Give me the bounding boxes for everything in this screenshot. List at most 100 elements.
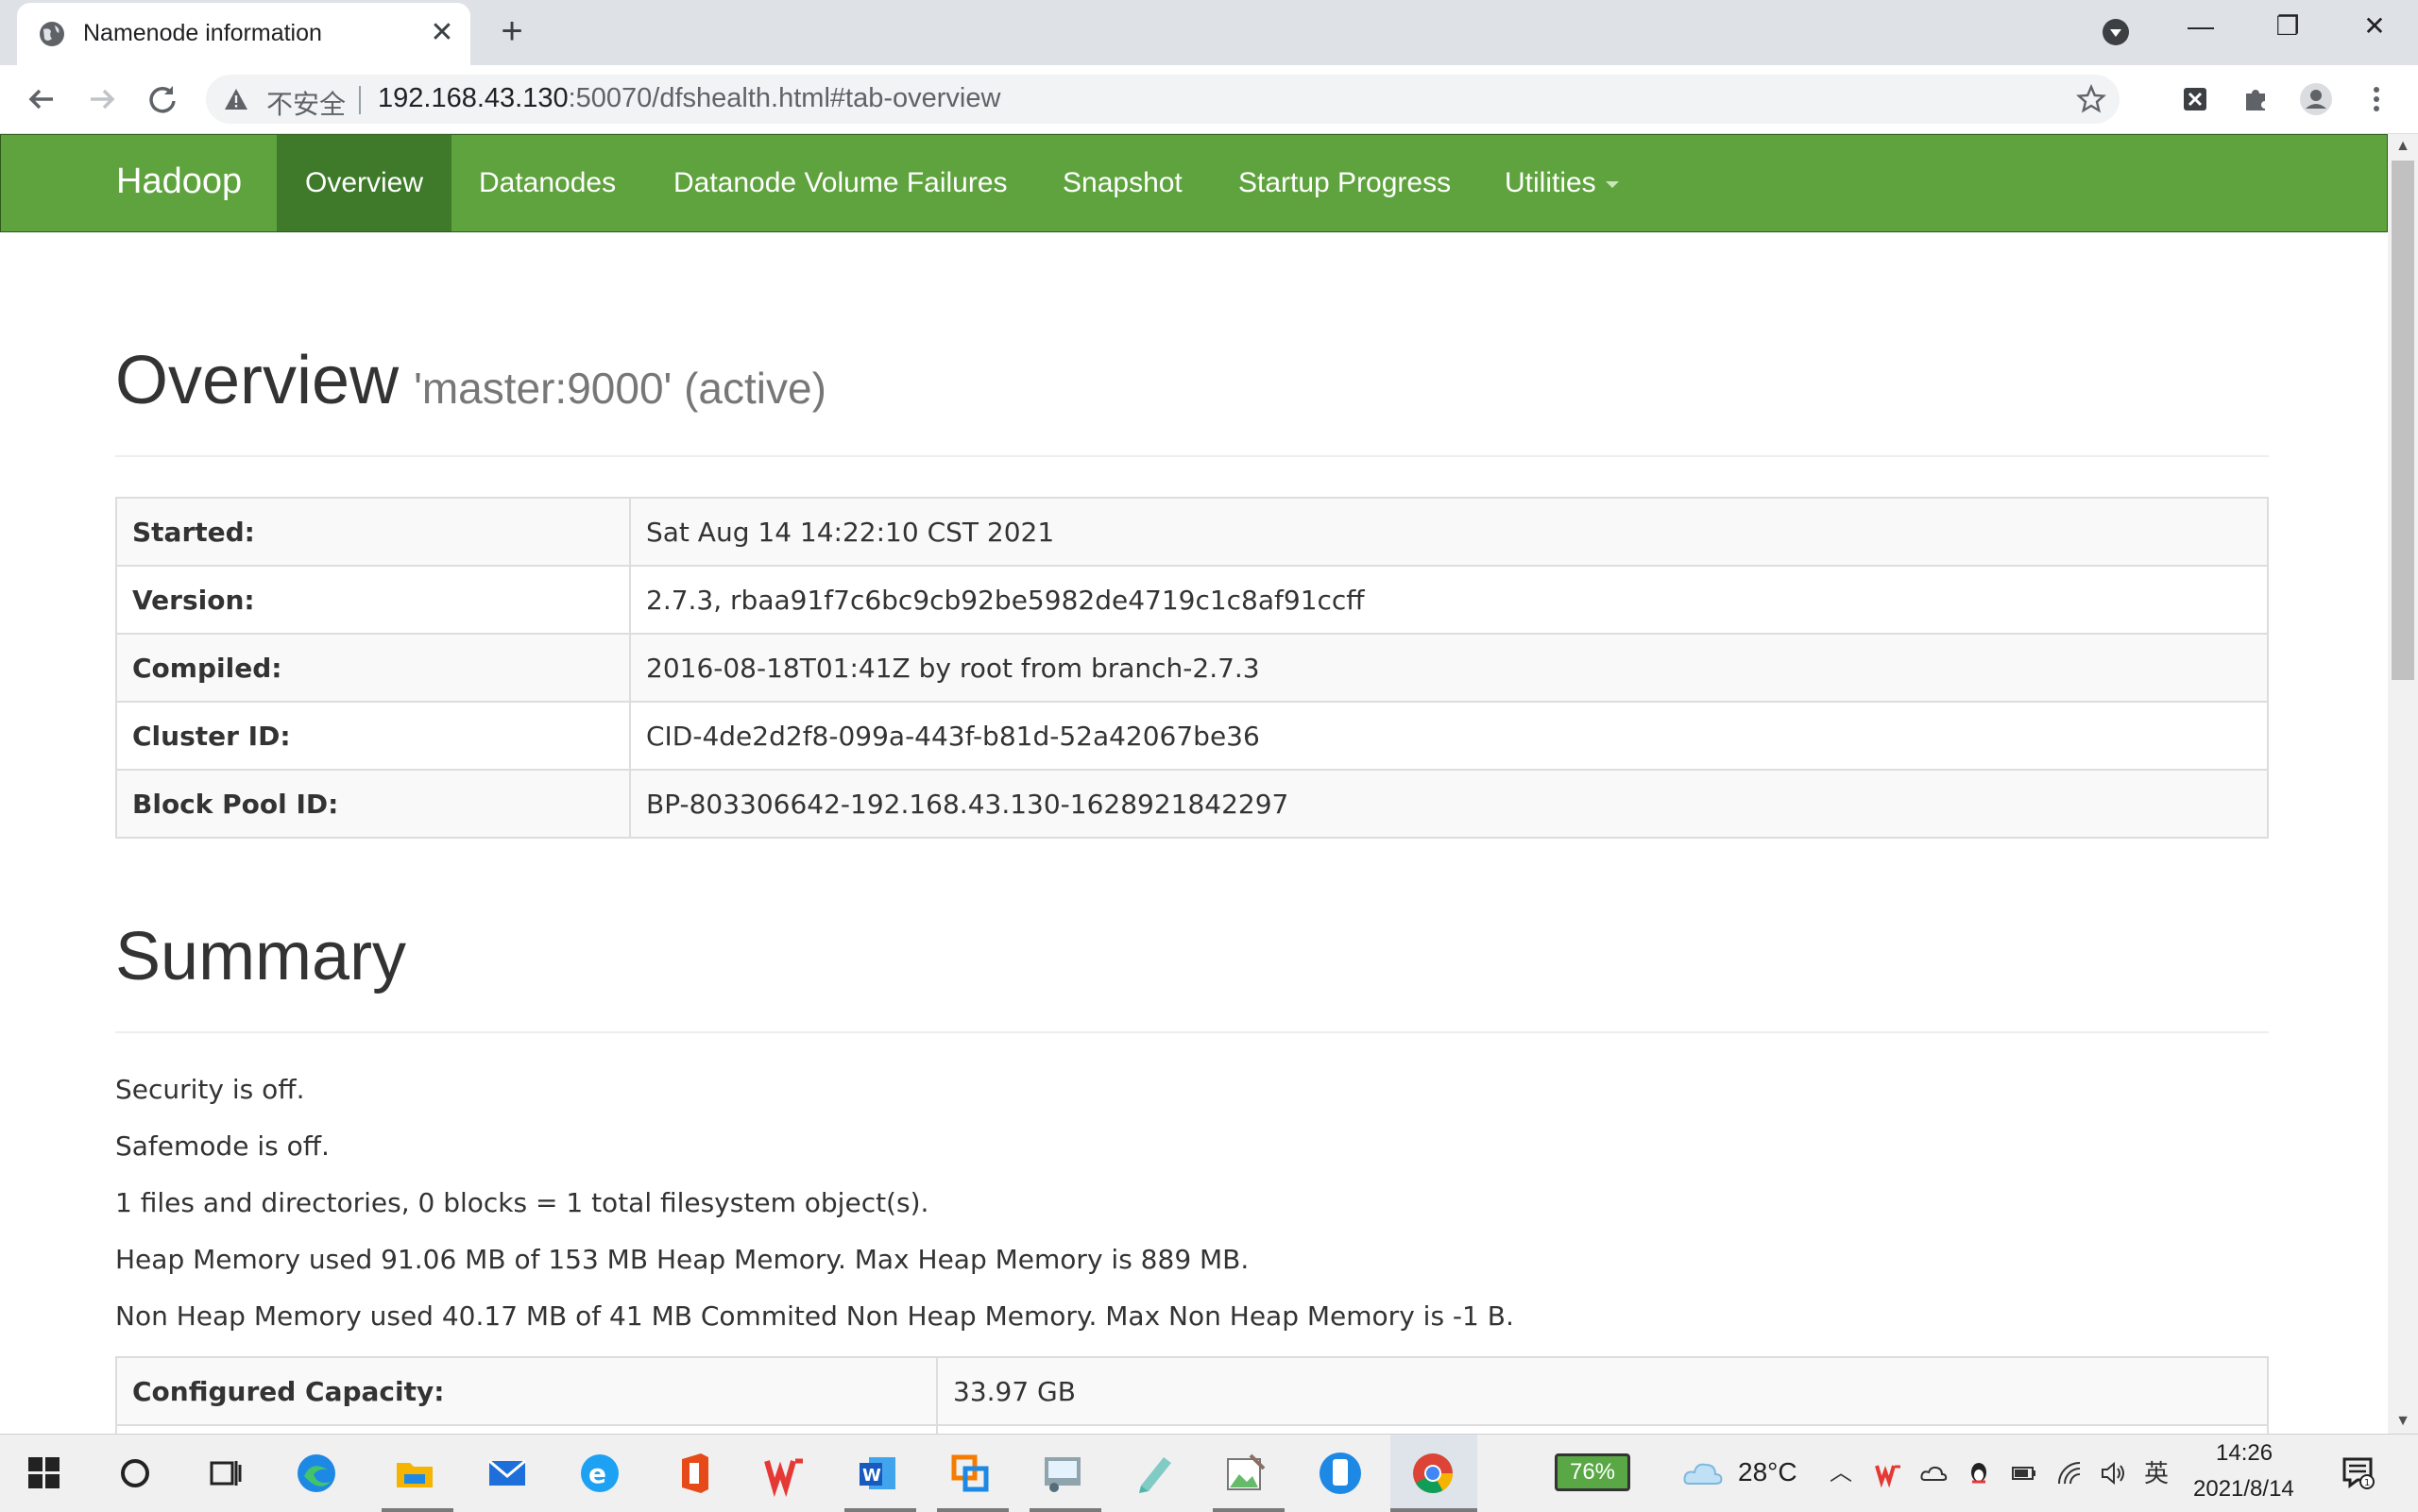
windows-taskbar: e W 76% 28°C ︿ 英 14:26 2021/8/14 1: [0, 1434, 2418, 1512]
table-row: Cluster ID: CID-4de2d2f8-099a-443f-b81d-…: [115, 701, 2269, 771]
url-host: 192.168.43.130: [378, 83, 569, 113]
mail-icon[interactable]: [484, 1450, 531, 1497]
nav-datanode-volume-failures[interactable]: Datanode Volume Failures: [645, 135, 1036, 231]
non-heap-memory: Non Heap Memory used 40.17 MB of 41 MB C…: [115, 1300, 1514, 1332]
table-row: Block Pool ID: BP-803306642-192.168.43.1…: [115, 769, 2269, 839]
reload-icon[interactable]: [144, 80, 181, 118]
show-hidden-icons-chevron-icon[interactable]: ︿: [1827, 1459, 1855, 1487]
svg-text:W: W: [862, 1466, 881, 1486]
wps-tray-icon[interactable]: [1874, 1459, 1902, 1487]
ie-browser-icon[interactable]: e: [576, 1450, 623, 1497]
browser-toolbar: 不安全 192.168.43.130:50070/dfshealth.html#…: [0, 65, 2418, 134]
control-panel-icon[interactable]: [1039, 1450, 1086, 1497]
menu-kebab-icon[interactable]: [2358, 80, 2395, 118]
weather-temperature[interactable]: 28°C: [1738, 1457, 1797, 1487]
close-window-button[interactable]: ✕: [2346, 6, 2403, 47]
divider: [115, 455, 2269, 457]
extensions-puzzle-icon[interactable]: [2237, 80, 2274, 118]
taskbar-indicator: [844, 1508, 916, 1512]
edge-browser-icon[interactable]: [293, 1450, 340, 1497]
office-icon[interactable]: [671, 1450, 718, 1497]
scroll-down-arrow-icon[interactable]: ▼: [2388, 1409, 2418, 1434]
windows-start-icon[interactable]: [21, 1450, 68, 1497]
divider: [115, 1031, 2269, 1033]
forward-icon[interactable]: [83, 80, 121, 118]
address-bar[interactable]: 不安全 192.168.43.130:50070/dfshealth.html#…: [206, 75, 2120, 124]
row-key: [115, 1424, 938, 1434]
scrollbar-thumb[interactable]: [2392, 161, 2414, 680]
phone-link-icon[interactable]: [1317, 1450, 1364, 1497]
input-method-indicator[interactable]: 英: [2142, 1459, 2171, 1487]
table-row: Configured Capacity: 33.97 GB: [115, 1356, 2269, 1426]
qq-penguin-icon[interactable]: [1965, 1459, 1993, 1487]
taskbar-indicator: [1030, 1508, 1101, 1512]
bookmark-star-icon[interactable]: [2076, 84, 2106, 114]
extension-x-icon[interactable]: [2176, 80, 2214, 118]
row-value: [936, 1424, 2269, 1434]
scroll-up-arrow-icon[interactable]: ▲: [2388, 134, 2418, 159]
filesystem-objects: 1 files and directories, 0 blocks = 1 to…: [115, 1187, 929, 1218]
restore-button[interactable]: ❐: [2259, 6, 2316, 47]
overview-title: Overview: [115, 343, 400, 418]
minimize-button[interactable]: —: [2172, 6, 2229, 47]
table-row: [115, 1424, 2269, 1434]
row-key: Block Pool ID:: [115, 769, 631, 839]
weather-cloud-icon[interactable]: [1679, 1450, 1727, 1497]
battery-tray-icon[interactable]: [2010, 1459, 2038, 1487]
image-editor-icon[interactable]: [1222, 1450, 1269, 1497]
nav-startup-progress[interactable]: Startup Progress: [1210, 135, 1479, 231]
task-view-icon[interactable]: [202, 1450, 249, 1497]
taskbar-indicator: [382, 1508, 453, 1512]
new-tab-button[interactable]: +: [493, 12, 531, 51]
tab-search-icon[interactable]: [2101, 17, 2131, 47]
url-text[interactable]: 192.168.43.130:50070/dfshealth.html#tab-…: [378, 83, 1000, 114]
capacity-table: Configured Capacity: 33.97 GB: [115, 1356, 2269, 1434]
nav-datanodes[interactable]: Datanodes: [451, 135, 644, 231]
row-key: Configured Capacity:: [115, 1356, 938, 1426]
wps-office-icon[interactable]: [761, 1450, 809, 1497]
svg-text:e: e: [588, 1458, 606, 1489]
profile-avatar-icon[interactable]: [2297, 80, 2335, 118]
brand-logo-text[interactable]: Hadoop: [116, 161, 242, 202]
svg-text:1: 1: [2364, 1478, 2370, 1488]
chrome-icon[interactable]: [1409, 1450, 1456, 1497]
row-value: 2.7.3, rbaa91f7c6bc9cb92be5982de4719c1c8…: [629, 565, 2269, 635]
volume-icon[interactable]: [2099, 1459, 2127, 1487]
overview-heading: Overview 'master:9000' (active): [115, 342, 826, 419]
nav-snapshot[interactable]: Snapshot: [1034, 135, 1211, 231]
tab-close-icon[interactable]: ✕: [427, 18, 457, 48]
battery-percent: 76%: [1569, 1459, 1616, 1485]
taskbar-indicator: [1213, 1508, 1285, 1512]
security-status: Security is off.: [115, 1074, 305, 1105]
back-icon[interactable]: [23, 80, 60, 118]
omnibox-separator: [359, 86, 361, 114]
notification-center-icon[interactable]: 1: [2339, 1453, 2376, 1491]
vertical-scrollbar[interactable]: ▲ ▼: [2388, 134, 2418, 1434]
row-value: Sat Aug 14 14:22:10 CST 2021: [629, 497, 2269, 567]
vmware-icon[interactable]: [946, 1450, 994, 1497]
row-value: BP-803306642-192.168.43.130-162892184229…: [629, 769, 2269, 839]
row-key: Version:: [115, 565, 631, 635]
insecure-label[interactable]: 不安全: [266, 84, 346, 122]
safemode-status: Safemode is off.: [115, 1130, 330, 1162]
search-circle-icon[interactable]: [111, 1450, 159, 1497]
clock-time[interactable]: 14:26: [2216, 1440, 2273, 1467]
wifi-icon[interactable]: [2055, 1459, 2084, 1487]
taskbar-indicator: [937, 1508, 1009, 1512]
nav-utilities[interactable]: Utilities: [1476, 135, 1647, 231]
warning-icon[interactable]: [223, 86, 249, 112]
file-explorer-icon[interactable]: [391, 1450, 438, 1497]
onedrive-cloud-icon[interactable]: [1919, 1459, 1948, 1487]
row-value: 33.97 GB: [936, 1356, 2269, 1426]
battery-indicator[interactable]: 76%: [1555, 1453, 1630, 1491]
hadoop-navbar: Hadoop Overview Datanodes Datanode Volum…: [0, 134, 2388, 232]
overview-subtitle: 'master:9000' (active): [414, 364, 826, 413]
browser-tab[interactable]: Namenode information ✕: [17, 3, 470, 65]
nav-overview[interactable]: Overview: [277, 135, 452, 231]
table-row: Version: 2.7.3, rbaa91f7c6bc9cb92be5982d…: [115, 565, 2269, 635]
notes-app-icon[interactable]: [1132, 1450, 1179, 1497]
clock-date[interactable]: 2021/8/14: [2193, 1476, 2294, 1503]
word-icon[interactable]: W: [854, 1450, 901, 1497]
nav-utilities-label: Utilities: [1505, 167, 1596, 198]
table-row: Started: Sat Aug 14 14:22:10 CST 2021: [115, 497, 2269, 567]
